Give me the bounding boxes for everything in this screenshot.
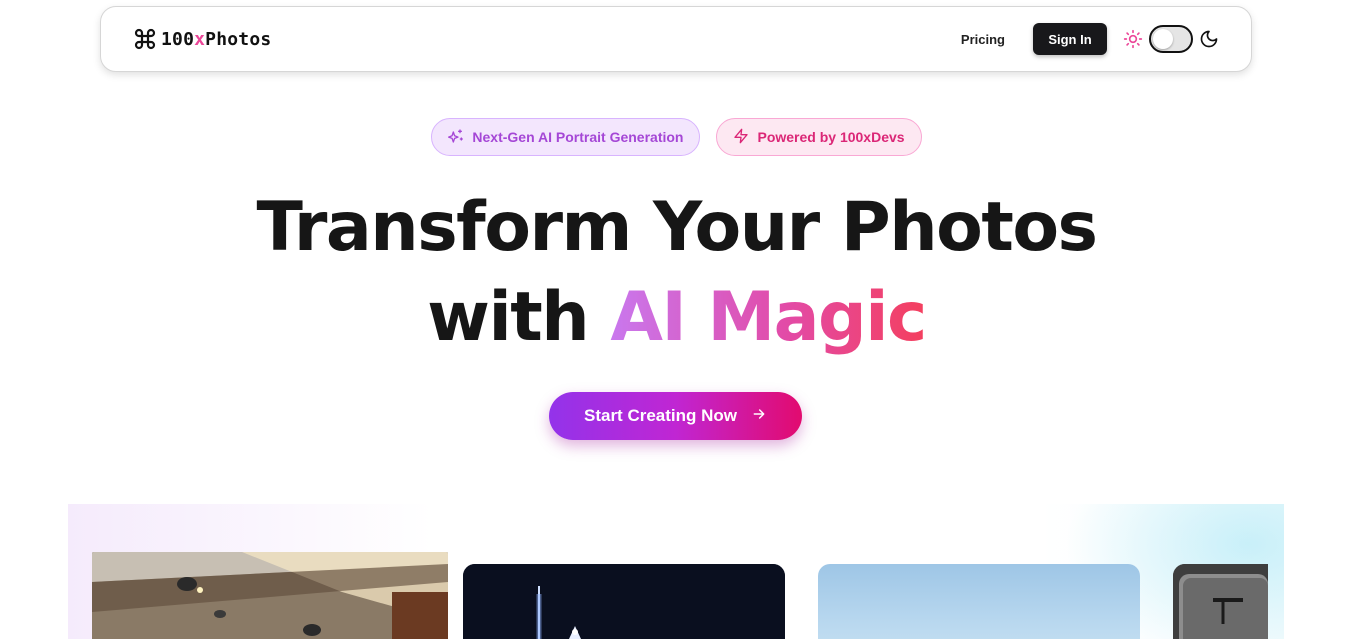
cabin-photo — [92, 552, 448, 639]
badge-label: Next-Gen AI Portrait Generation — [472, 129, 684, 145]
hero-title-line-1: Transform Your Photos — [256, 188, 1098, 267]
hero-title-line-2: with AI Magic — [0, 278, 1353, 357]
brand-suffix: Photos — [205, 28, 272, 50]
hero-title-plain: with — [427, 278, 611, 357]
brand-logo[interactable]: 100xPhotos — [133, 27, 271, 51]
pricing-link[interactable]: Pricing — [961, 32, 1005, 47]
theme-toggle[interactable] — [1149, 25, 1193, 53]
gallery-card-city-night[interactable] — [463, 564, 785, 639]
sun-icon — [1123, 29, 1143, 49]
gallery-card-sky[interactable] — [818, 564, 1140, 639]
brand-prefix: 100 — [161, 28, 195, 50]
cta-label: Start Creating Now — [583, 406, 738, 425]
hero-badges: Next-Gen AI Portrait Generation Powered … — [0, 118, 1353, 156]
arrow-right-icon — [751, 406, 767, 427]
badge-ai-portrait: Next-Gen AI Portrait Generation — [431, 118, 701, 156]
zap-icon — [733, 128, 749, 147]
hero-title-highlight: AI Magic — [610, 278, 927, 357]
photo-gallery — [68, 504, 1284, 639]
gallery-card-interior[interactable] — [1173, 564, 1268, 639]
brand-name: 100xPhotos — [161, 29, 271, 50]
nav-actions: Pricing Sign In — [961, 23, 1219, 55]
badge-powered-by: Powered by 100xDevs — [716, 118, 922, 156]
brand-accent: x — [194, 28, 206, 50]
moon-icon — [1199, 29, 1219, 49]
start-creating-button[interactable]: Start Creating Now — [549, 392, 802, 440]
badge-label: Powered by 100xDevs — [757, 129, 905, 145]
toggle-knob — [1153, 29, 1173, 49]
interior-photo — [1173, 564, 1268, 639]
sparkles-icon — [448, 128, 464, 147]
city-night-photo — [463, 564, 785, 639]
sign-in-button[interactable]: Sign In — [1033, 23, 1107, 55]
command-icon — [133, 27, 157, 51]
gallery-card-aircraft-cabin[interactable] — [92, 552, 448, 639]
navbar: 100xPhotos Pricing Sign In — [100, 6, 1252, 72]
